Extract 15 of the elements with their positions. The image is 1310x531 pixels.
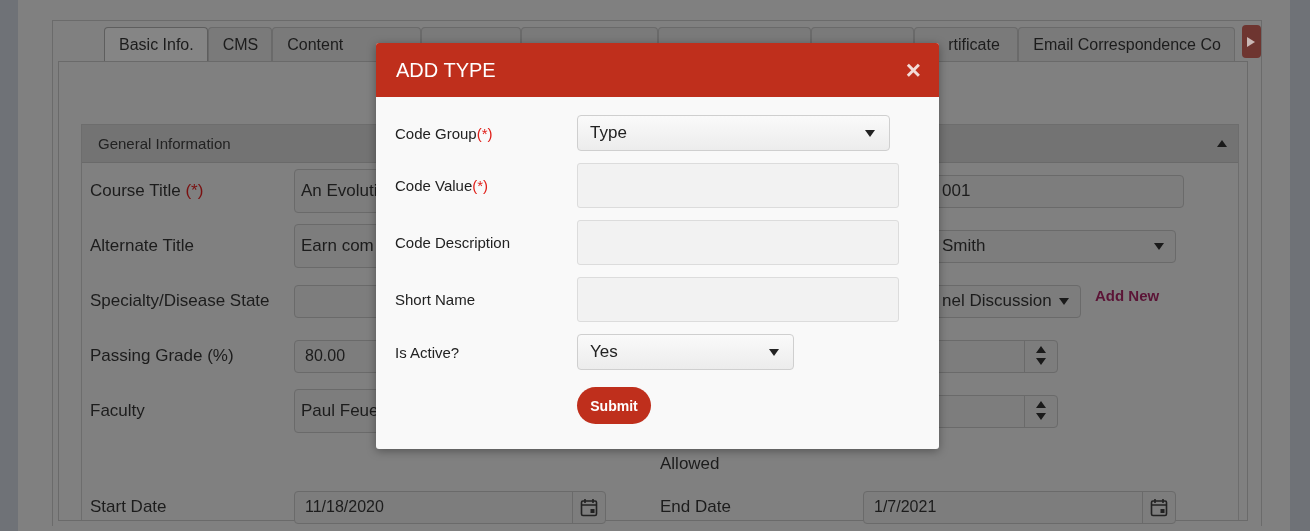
field-label: Code Description [395, 234, 512, 251]
panel-title: General Information [98, 135, 231, 152]
field-label: Passing Grade (%) [90, 346, 234, 365]
field-label: Code Group(*) [395, 124, 494, 142]
dialog-title: ADD TYPE [396, 58, 496, 82]
field-label: Faculty [90, 401, 145, 420]
field-label: Start Date [90, 497, 167, 516]
field-label: Allowed [660, 454, 720, 473]
field-label: Is Active? [395, 343, 461, 361]
field-label: Course Title (*) [90, 181, 204, 200]
field-label: Specialty/Disease State [90, 291, 270, 310]
field-label: End Date [660, 497, 731, 516]
field-label: Alternate Title [90, 236, 194, 255]
field-label: Short Name [395, 291, 477, 308]
field-label: Code Value(*) [395, 177, 490, 194]
